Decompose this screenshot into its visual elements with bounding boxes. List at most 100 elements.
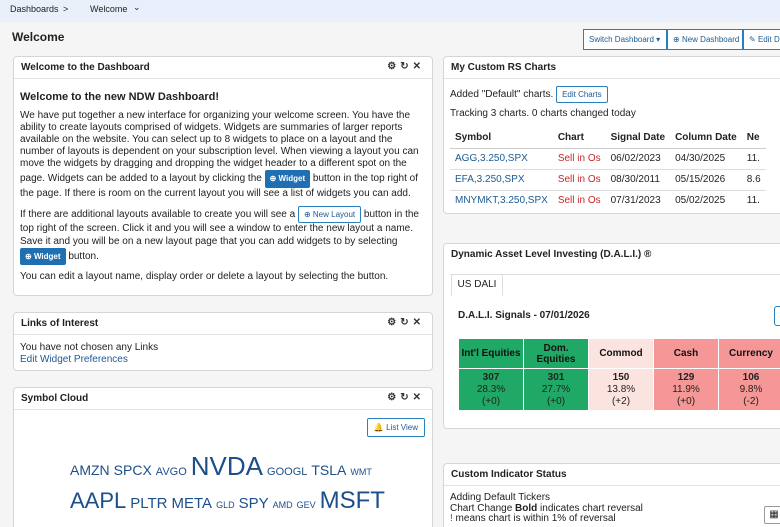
rs-charts-table: Symbol Chart Signal Date Column Date Ne AGG,… bbox=[450, 128, 766, 211]
tab-us-dali[interactable]: US DALI bbox=[451, 274, 503, 296]
refresh-icon[interactable]: ↻ bbox=[400, 317, 412, 328]
breadcrumb-separator: > bbox=[63, 4, 69, 14]
breadcrumb-dashboards[interactable]: Dashboards bbox=[10, 4, 59, 14]
breadcrumb-bar: Dashboards > Welcome ⌄ bbox=[0, 0, 780, 22]
gear-icon[interactable]: ⚙ bbox=[387, 61, 400, 72]
rs-cell: 05/15/2026 bbox=[670, 168, 742, 191]
rs-cell: Sell in Os bbox=[552, 189, 606, 211]
welcome-widget-header[interactable]: Welcome to the Dashboard ⚙↻✕ bbox=[14, 57, 432, 79]
welcome-paragraph-2: If there are additional layouts availabl… bbox=[20, 205, 426, 266]
cloud-symbol[interactable]: GEV bbox=[297, 500, 316, 510]
symbol-cloud-widget: Symbol Cloud ⚙↻✕ 🔔 List View AMZN SPCX AVG… bbox=[13, 387, 433, 527]
rs-symbol-link[interactable]: AGG,3.250,SPX bbox=[450, 148, 553, 170]
rs-cell: 11. bbox=[741, 189, 766, 211]
welcome-heading: Welcome to the new NDW Dashboard! bbox=[20, 91, 220, 103]
cloud-symbol[interactable]: WMT bbox=[350, 467, 372, 477]
dali-action-button[interactable] bbox=[774, 306, 780, 326]
dali-asset-name: Cash bbox=[653, 338, 719, 369]
rs-column-header[interactable]: Chart bbox=[552, 128, 606, 150]
dali-score: 301 bbox=[547, 371, 565, 383]
rs-added-line: Added "Default" charts. Edit Charts bbox=[450, 86, 780, 104]
add-widget-button-2[interactable]: ⊕ Widget bbox=[20, 247, 66, 266]
edit-charts-button[interactable]: Edit Charts bbox=[556, 86, 608, 104]
close-icon[interactable]: ✕ bbox=[413, 61, 425, 72]
close-icon[interactable]: ✕ bbox=[413, 317, 425, 328]
cloud-symbol[interactable]: GOOGL bbox=[267, 466, 307, 478]
cloud-symbol[interactable]: MSFT bbox=[320, 487, 385, 515]
rs-charts-widget: My Custom RS Charts Added "Default" char… bbox=[443, 56, 780, 214]
dali-percent: 9.8% bbox=[739, 383, 763, 395]
dali-score: 150 bbox=[612, 371, 630, 383]
rs-cell: 11. bbox=[741, 148, 766, 170]
dali-change: (+0) bbox=[676, 395, 696, 407]
dali-header[interactable]: Dynamic Asset Level Investing (D.A.L.I.)… bbox=[444, 244, 780, 266]
welcome-paragraph-1: We have put together a new interface for… bbox=[20, 109, 419, 199]
edit-icon: ✎ bbox=[749, 35, 756, 44]
table-row[interactable]: MNYMKT,3.250,SPX Sell in Os 07/31/2023 05/0… bbox=[450, 189, 766, 211]
cloud-symbol[interactable]: AMZN bbox=[70, 462, 110, 478]
welcome-paragraph-3: You can edit a layout name, display orde… bbox=[20, 271, 389, 283]
rs-column-header[interactable]: Column Date bbox=[670, 128, 742, 150]
symbol-cloud-row-1: AMZN SPCX AVGO NVDA GOOGL TSLA WMT bbox=[70, 451, 420, 482]
dali-widget: Dynamic Asset Level Investing (D.A.L.I.)… bbox=[443, 243, 780, 429]
links-widget-header[interactable]: Links of Interest ⚙↻✕ bbox=[14, 313, 432, 335]
dali-asset-values: 301 27.7% (+0) bbox=[523, 368, 589, 411]
calendar-icon[interactable]: ▦ bbox=[764, 506, 780, 524]
table-row[interactable]: EFA,3.250,SPX Sell in Os 08/30/2011 05/15/2… bbox=[450, 168, 766, 191]
rs-cell: Sell in Os bbox=[552, 168, 606, 191]
dali-signals-table: Int'l Equities Dom. Equities Commod Cash Cur… bbox=[458, 338, 780, 411]
new-dashboard-button[interactable]: ⊕ New Dashboard bbox=[667, 29, 743, 50]
symbol-cloud-header[interactable]: Symbol Cloud ⚙↻✕ bbox=[14, 388, 432, 410]
rs-charts-header[interactable]: My Custom RS Charts bbox=[444, 57, 780, 79]
rs-charts-body: Added "Default" charts. Edit Charts Trac… bbox=[444, 79, 780, 213]
dali-change: (+0) bbox=[481, 395, 501, 407]
dali-asset-values: 307 28.3% (+0) bbox=[458, 368, 524, 411]
table-row[interactable]: AGG,3.250,SPX Sell in Os 06/02/2023 04/30/2… bbox=[450, 148, 766, 170]
cloud-symbol[interactable]: SPY bbox=[239, 495, 269, 512]
dali-score: 106 bbox=[742, 371, 760, 383]
close-icon[interactable]: ✕ bbox=[413, 392, 425, 403]
rs-cell: 06/02/2023 bbox=[605, 148, 671, 170]
cloud-symbol[interactable]: PLTR bbox=[130, 495, 167, 512]
cloud-symbol[interactable]: NVDA bbox=[191, 451, 263, 482]
cloud-symbol[interactable]: AAPL bbox=[70, 488, 126, 514]
gear-icon[interactable]: ⚙ bbox=[387, 392, 400, 403]
rs-column-header[interactable]: Ne bbox=[741, 128, 766, 150]
dali-change: (-2) bbox=[743, 395, 759, 407]
rs-symbol-link[interactable]: EFA,3.250,SPX bbox=[450, 168, 553, 191]
cloud-symbol[interactable]: TSLA bbox=[311, 462, 346, 478]
dali-change: (+0) bbox=[546, 395, 566, 407]
plus-circle-icon: ⊕ bbox=[673, 35, 680, 44]
links-widget: Links of Interest ⚙↻✕ You have not chose… bbox=[13, 312, 433, 371]
welcome-widget: Welcome to the Dashboard ⚙↻✕ Welcome to … bbox=[13, 56, 433, 296]
cloud-symbol[interactable]: AMD bbox=[273, 500, 293, 510]
add-widget-button[interactable]: ⊕ Widget bbox=[264, 169, 311, 188]
dali-score: 129 bbox=[677, 371, 695, 383]
dali-asset-values: 150 13.8% (+2) bbox=[588, 368, 654, 411]
edit-widget-preferences-link[interactable]: Edit Widget Preferences bbox=[20, 354, 128, 365]
list-view-button[interactable]: 🔔 List View bbox=[366, 418, 425, 437]
custom-indicator-header[interactable]: Custom Indicator Status bbox=[444, 464, 780, 486]
dali-percent: 11.9% bbox=[672, 383, 700, 395]
dali-percent: 13.8% bbox=[606, 383, 636, 395]
edit-dashboard-button[interactable]: ✎ Edit D bbox=[743, 29, 780, 50]
rs-cell: 8.6 bbox=[741, 168, 766, 191]
chevron-down-icon[interactable]: ⌄ bbox=[133, 2, 141, 13]
new-layout-button[interactable]: ⊕ New Layout bbox=[297, 205, 362, 224]
gear-icon[interactable]: ⚙ bbox=[387, 317, 400, 328]
cloud-symbol[interactable]: META bbox=[172, 495, 213, 512]
cloud-symbol[interactable]: AVGO bbox=[156, 466, 187, 478]
cloud-symbol[interactable]: GLD bbox=[216, 500, 235, 510]
rs-tracking-text: Tracking 3 charts. 0 charts changed toda… bbox=[450, 108, 636, 120]
bell-icon: 🔔 bbox=[373, 423, 384, 432]
switch-dashboard-button[interactable]: Switch Dashboard ▾ bbox=[583, 29, 667, 50]
refresh-icon[interactable]: ↻ bbox=[400, 61, 412, 72]
refresh-icon[interactable]: ↻ bbox=[400, 392, 412, 403]
cloud-symbol[interactable]: SPCX bbox=[114, 462, 152, 478]
welcome-widget-body: Welcome to the new NDW Dashboard! We hav… bbox=[14, 79, 432, 289]
rs-column-header[interactable]: Symbol bbox=[450, 128, 553, 150]
rs-column-header[interactable]: Signal Date bbox=[605, 128, 671, 150]
dali-score: 307 bbox=[482, 371, 500, 383]
rs-symbol-link[interactable]: MNYMKT,3.250,SPX bbox=[450, 189, 553, 211]
breadcrumb-welcome[interactable]: Welcome bbox=[90, 4, 127, 14]
